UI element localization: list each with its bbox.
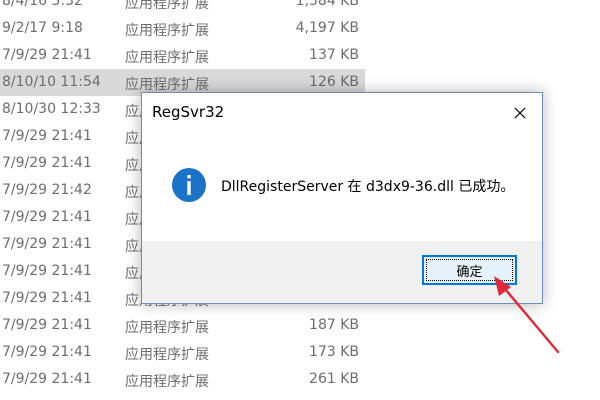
regsvr32-dialog: RegSvr32 DllRegisterServer 在 d3dx9-36.dl… bbox=[141, 92, 543, 304]
file-type: 应用程序扩展 bbox=[125, 50, 209, 66]
file-date: 7/9/29 21:41 bbox=[2, 236, 92, 252]
file-type: 应用程序扩展 bbox=[125, 23, 209, 39]
file-size: 1,384 KB bbox=[295, 0, 359, 9]
file-size: 4,197 KB bbox=[295, 20, 359, 36]
file-date: 9/2/17 9:18 bbox=[2, 20, 83, 36]
file-size: 137 KB bbox=[309, 47, 359, 63]
close-icon bbox=[514, 107, 526, 119]
file-date: 8/10/10 11:54 bbox=[2, 74, 101, 90]
file-size: 187 KB bbox=[309, 317, 359, 333]
file-date: 7/9/29 21:41 bbox=[2, 47, 92, 63]
file-size: 261 KB bbox=[309, 371, 359, 387]
file-row[interactable]: 8/4/16 5:32 应用程序扩展 1,384 KB bbox=[0, 0, 365, 15]
file-type: 应用程序扩展 bbox=[125, 347, 209, 363]
dialog-footer: 确定 bbox=[142, 241, 542, 303]
file-row[interactable]: 7/9/29 21:41 应用程序扩展 261 KB bbox=[0, 366, 365, 393]
screenshot-stage: 8/4/16 5:32 应用程序扩展 1,384 KB 9/2/17 9:18 应用程序… bbox=[0, 0, 600, 400]
file-date: 8/10/30 12:33 bbox=[2, 101, 101, 117]
file-date: 7/9/29 21:41 bbox=[2, 290, 92, 306]
file-date: 7/9/29 21:41 bbox=[2, 155, 92, 171]
file-date: 7/9/29 21:42 bbox=[2, 182, 92, 198]
dialog-title: RegSvr32 bbox=[152, 103, 225, 121]
file-date: 7/9/29 21:41 bbox=[2, 209, 92, 225]
focus-ring bbox=[426, 259, 513, 281]
file-date: 8/4/16 5:32 bbox=[2, 0, 83, 9]
file-size: 173 KB bbox=[309, 344, 359, 360]
file-row[interactable]: 9/2/17 9:18 应用程序扩展 4,197 KB bbox=[0, 15, 365, 42]
dialog-message: DllRegisterServer 在 d3dx9-36.dll 已成功。 bbox=[221, 179, 515, 195]
dialog-close-button[interactable] bbox=[498, 93, 542, 133]
file-date: 7/9/29 21:41 bbox=[2, 371, 92, 387]
ok-button[interactable]: 确定 bbox=[422, 255, 517, 285]
file-row[interactable]: 7/9/29 21:41 应用程序扩展 187 KB bbox=[0, 312, 365, 339]
file-type: 应用程序扩展 bbox=[125, 77, 209, 93]
file-date: 7/9/29 21:41 bbox=[2, 128, 92, 144]
file-date: 7/9/29 21:41 bbox=[2, 263, 92, 279]
file-date: 7/9/29 21:41 bbox=[2, 344, 92, 360]
dialog-body: DllRegisterServer 在 d3dx9-36.dll 已成功。 bbox=[142, 133, 542, 241]
file-date: 7/9/29 21:41 bbox=[2, 317, 92, 333]
info-icon bbox=[172, 168, 206, 202]
file-type: 应用程序扩展 bbox=[125, 0, 209, 12]
file-size: 126 KB bbox=[309, 74, 359, 90]
file-row[interactable]: 7/9/29 21:41 应用程序扩展 173 KB bbox=[0, 339, 365, 366]
file-type: 应用程序扩展 bbox=[125, 374, 209, 390]
file-type: 应用程序扩展 bbox=[125, 320, 209, 336]
file-row[interactable]: 7/9/29 21:41 应用程序扩展 137 KB bbox=[0, 42, 365, 69]
